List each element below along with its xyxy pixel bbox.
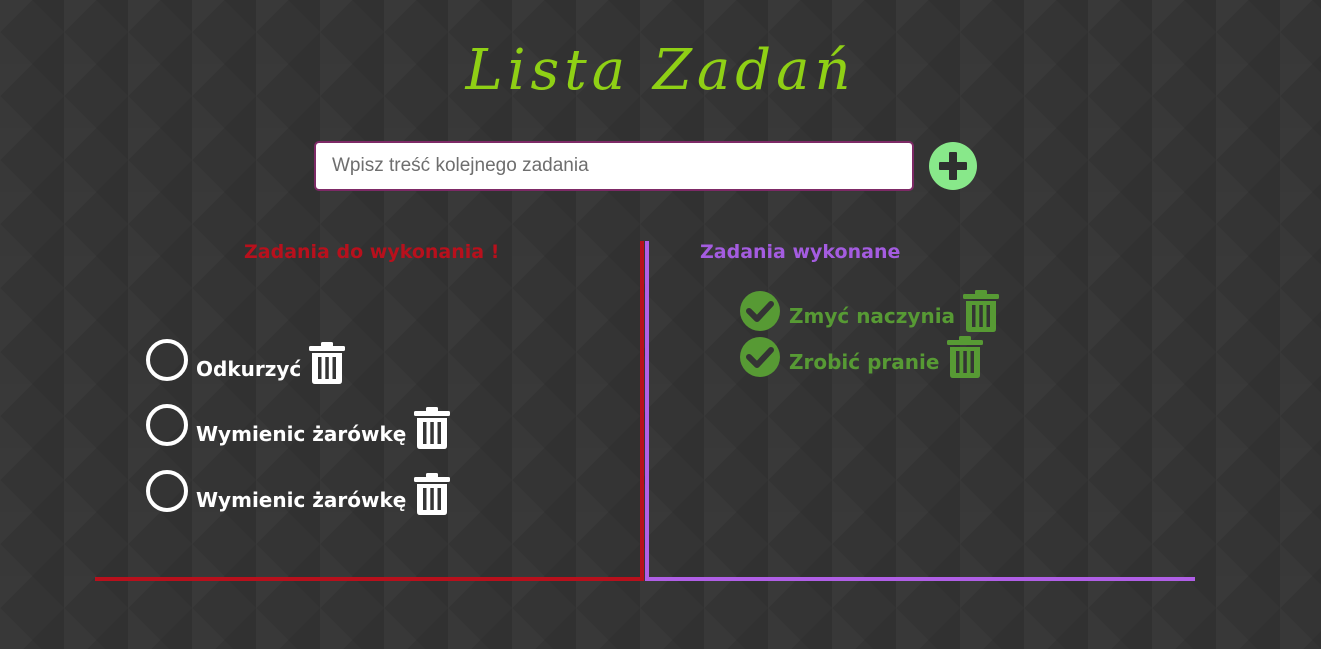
pending-tasks-heading: Zadania do wykonania ! (244, 241, 500, 263)
pending-task-label: Odkurzyć (196, 357, 302, 381)
add-task-button[interactable] (929, 142, 977, 190)
done-task-item: Zmyć naczynia (739, 289, 1000, 333)
done-task-label: Zmyć naczynia (789, 304, 956, 328)
plus-icon (939, 152, 967, 180)
trash-icon[interactable] (414, 406, 451, 450)
done-task-item: Zrobić pranie (739, 335, 984, 379)
trash-icon[interactable] (947, 335, 984, 379)
pending-task-item: Odkurzyć (146, 335, 346, 385)
pending-task-item: Wymienic żarówkę (146, 466, 451, 516)
pending-task-label: Wymienic żarówkę (196, 422, 407, 446)
check-circle-icon[interactable] (739, 290, 781, 332)
done-divider-horizontal (645, 577, 1195, 581)
page-title: Lista Zadań (465, 38, 856, 103)
trash-icon[interactable] (309, 341, 346, 385)
mark-done-circle-icon[interactable] (146, 470, 188, 512)
trash-icon[interactable] (963, 289, 1000, 333)
pending-divider-vertical (640, 241, 644, 580)
pending-divider-horizontal (95, 577, 644, 581)
new-task-input[interactable] (314, 141, 914, 191)
done-tasks-heading: Zadania wykonane (700, 241, 901, 263)
done-task-label: Zrobić pranie (789, 350, 940, 374)
mark-done-circle-icon[interactable] (146, 404, 188, 446)
pending-task-item: Wymienic żarówkę (146, 400, 451, 450)
check-circle-icon[interactable] (739, 336, 781, 378)
pending-task-label: Wymienic żarówkę (196, 488, 407, 512)
mark-done-circle-icon[interactable] (146, 339, 188, 381)
done-divider-vertical (645, 241, 649, 581)
trash-icon[interactable] (414, 472, 451, 516)
